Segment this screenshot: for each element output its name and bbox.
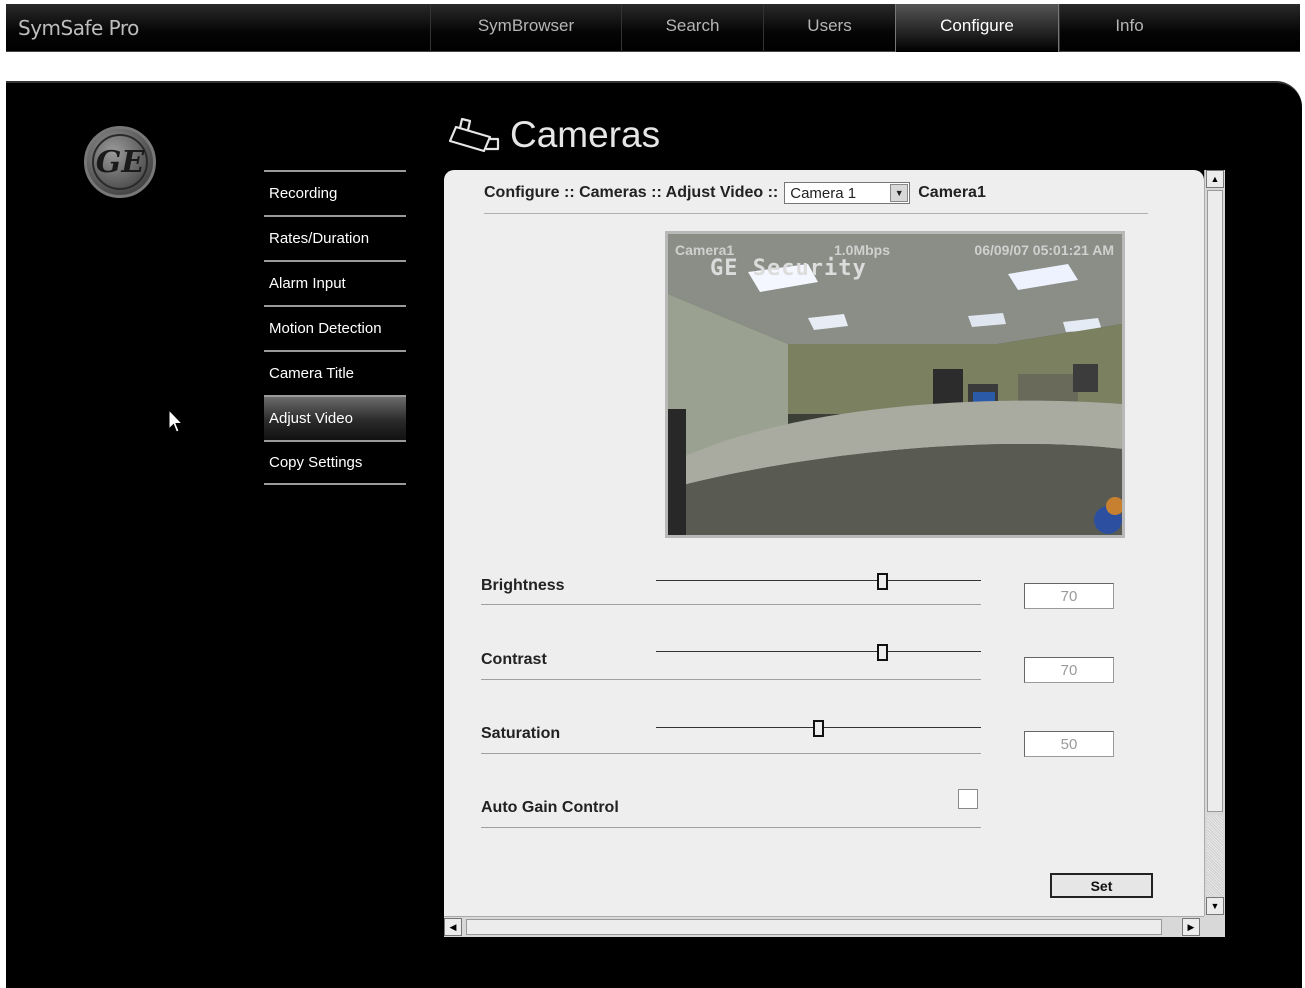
side-item-copy-settings[interactable]: Copy Settings (264, 440, 406, 485)
chevron-down-icon[interactable]: ▼ (890, 184, 909, 202)
video-osd-timestamp: 06/09/07 05:01:21 AM (974, 242, 1114, 258)
breadcrumb-divider (484, 213, 1148, 214)
contrast-divider (481, 679, 981, 680)
ge-logo: GE (84, 126, 156, 198)
contrast-value-field[interactable]: 70 (1024, 657, 1114, 683)
content-panel: Configure :: Cameras :: Adjust Video :: … (444, 170, 1204, 916)
brightness-slider-track[interactable] (656, 580, 981, 581)
page-title: Cameras (510, 114, 661, 155)
video-preview: Camera1 1.0Mbps 06/09/07 05:01:21 AM GE … (665, 231, 1125, 538)
side-item-recording[interactable]: Recording (264, 170, 406, 215)
camera-select[interactable]: Camera 1 ▼ (784, 182, 911, 204)
top-nav-bar: SymSafe Pro SymBrowser Search Users Conf… (6, 4, 1300, 52)
vertical-scrollbar[interactable]: ▲ ▼ (1204, 170, 1225, 916)
scroll-up-icon[interactable]: ▲ (1206, 170, 1224, 188)
breadcrumb: Configure :: Cameras :: Adjust Video :: … (484, 182, 986, 204)
breadcrumb-path: Configure :: Cameras :: Adjust Video :: (484, 184, 779, 201)
saturation-label: Saturation (481, 725, 561, 742)
vertical-scroll-thumb[interactable] (1207, 190, 1223, 812)
saturation-slider-thumb[interactable] (813, 720, 824, 737)
set-button[interactable]: Set (1050, 873, 1153, 898)
side-item-rates-duration[interactable]: Rates/Duration (264, 215, 406, 260)
ge-logo-text: GE (92, 134, 148, 190)
contrast-label: Contrast (481, 651, 547, 668)
brightness-slider-thumb[interactable] (877, 573, 888, 590)
video-osd-brand: GE Security (710, 256, 867, 281)
tab-symbrowser[interactable]: SymBrowser (430, 4, 621, 52)
side-item-camera-title[interactable]: Camera Title (264, 350, 406, 395)
saturation-value-field[interactable]: 50 (1024, 731, 1114, 757)
auto-gain-label: Auto Gain Control (481, 799, 619, 816)
horizontal-scroll-thumb[interactable] (466, 919, 1162, 935)
scrollbar-corner (1204, 916, 1225, 937)
camera-name: Camera1 (918, 184, 986, 201)
scroll-right-icon[interactable]: ▶ (1182, 918, 1200, 936)
camera-icon (448, 117, 500, 153)
side-item-adjust-video[interactable]: Adjust Video (264, 395, 406, 440)
tab-search[interactable]: Search (621, 4, 763, 52)
contrast-slider-thumb[interactable] (877, 644, 888, 661)
app-title: SymSafe Pro (18, 16, 139, 40)
scroll-down-icon[interactable]: ▼ (1206, 897, 1224, 915)
saturation-divider (481, 753, 981, 754)
camera-select-value: Camera 1 (790, 184, 857, 202)
scroll-left-icon[interactable]: ◀ (444, 918, 462, 936)
horizontal-scrollbar[interactable]: ◀ ▶ (444, 916, 1204, 937)
tab-info[interactable]: Info (1059, 4, 1199, 52)
tab-configure[interactable]: Configure (895, 4, 1059, 52)
side-menu: Recording Rates/Duration Alarm Input Mot… (264, 170, 406, 485)
auto-gain-checkbox[interactable] (958, 789, 978, 809)
side-item-alarm-input[interactable]: Alarm Input (264, 260, 406, 305)
contrast-slider-track[interactable] (656, 651, 981, 652)
page-heading: Cameras (446, 114, 660, 156)
vertical-scroll-track[interactable] (1207, 815, 1223, 898)
mouse-cursor-icon (168, 409, 184, 433)
brightness-label: Brightness (481, 577, 565, 594)
brightness-value-field[interactable]: 70 (1024, 583, 1114, 609)
auto-gain-divider (481, 827, 981, 828)
side-item-motion-detection[interactable]: Motion Detection (264, 305, 406, 350)
tab-users[interactable]: Users (763, 4, 895, 52)
brightness-divider (481, 604, 981, 605)
